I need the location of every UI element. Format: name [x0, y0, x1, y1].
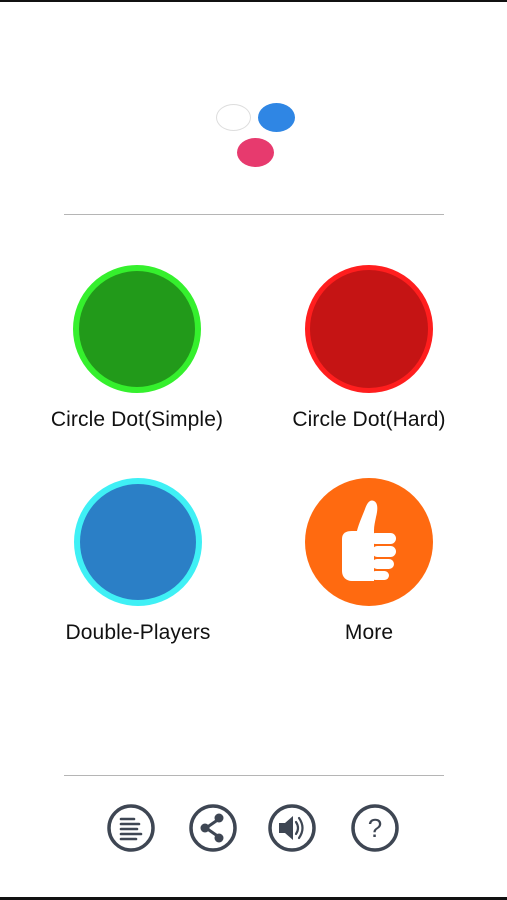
double-players-label: Double-Players	[65, 621, 211, 644]
hard-mode-circle	[305, 265, 433, 393]
simple-mode-circle	[73, 265, 201, 393]
app-logo	[210, 98, 300, 172]
more-label: More	[344, 621, 394, 644]
list-button[interactable]	[106, 803, 156, 853]
help-glyph: ?	[368, 813, 382, 843]
share-icon	[188, 803, 238, 853]
bottom-divider	[64, 775, 444, 776]
hard-mode-button[interactable]: Circle Dot(Hard)	[269, 265, 469, 433]
bottom-toolbar: ?	[0, 800, 507, 856]
double-players-circle	[74, 478, 202, 606]
top-divider	[64, 214, 444, 215]
more-button[interactable]: More	[269, 478, 469, 646]
list-icon	[106, 803, 156, 853]
thumbs-up-icon	[334, 495, 404, 590]
simple-mode-button[interactable]: Circle Dot(Simple)	[37, 265, 237, 433]
share-button[interactable]	[188, 803, 238, 853]
logo-blue-dot	[258, 103, 295, 132]
hard-mode-label: Circle Dot(Hard)	[292, 408, 446, 431]
sound-icon	[267, 803, 317, 853]
top-status-edge	[0, 0, 507, 2]
simple-mode-label: Circle Dot(Simple)	[50, 408, 224, 431]
more-circle	[305, 478, 433, 606]
help-icon: ?	[350, 803, 400, 853]
double-players-button[interactable]: Double-Players	[38, 478, 238, 646]
sound-button[interactable]	[267, 803, 317, 853]
help-button[interactable]: ?	[350, 803, 400, 853]
logo-pink-dot	[237, 138, 274, 167]
logo-white-dot	[216, 104, 251, 131]
